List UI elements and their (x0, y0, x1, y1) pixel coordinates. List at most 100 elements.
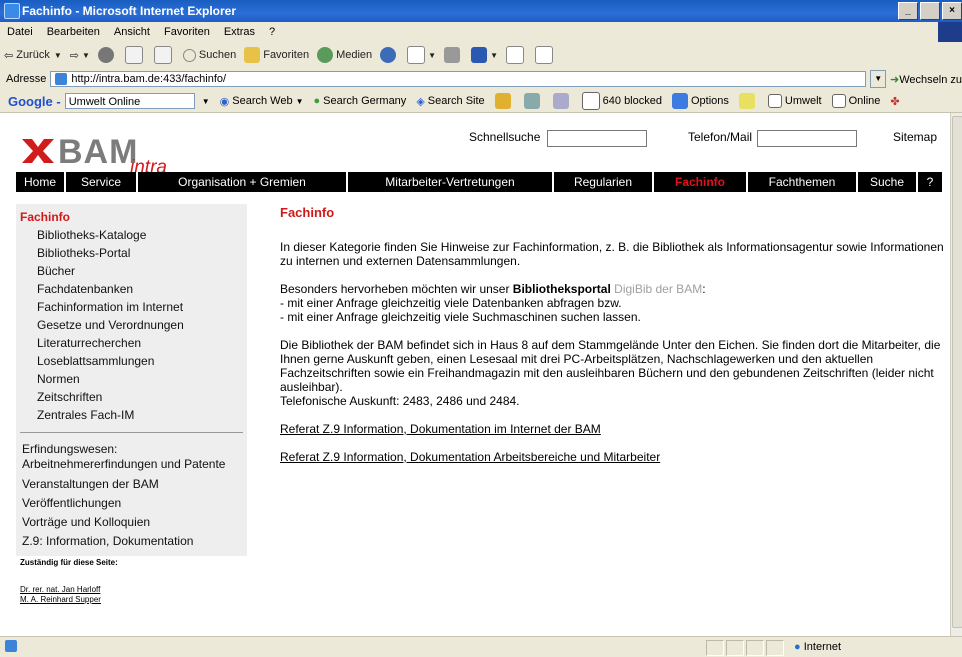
stop-button[interactable] (97, 47, 117, 63)
pagerank-icon (523, 93, 540, 109)
quicksearch-label: Schnellsuche (469, 130, 541, 144)
sidebar-item-buecher[interactable]: Bücher (16, 262, 247, 280)
home-button[interactable] (153, 46, 175, 64)
sidebar-item-loseblattsammlungen[interactable]: Loseblattsammlungen (16, 352, 247, 370)
search-button[interactable]: Suchen (182, 48, 236, 62)
online-button[interactable]: Online (831, 94, 880, 108)
print-icon (444, 47, 461, 63)
search-germany-button[interactable]: ● Search Germany (314, 95, 407, 107)
sidebar-title[interactable]: Fachinfo (16, 208, 247, 226)
minimize-button[interactable]: _ (898, 2, 918, 20)
options-icon (671, 93, 688, 109)
sidebar-item-normen[interactable]: Normen (16, 370, 247, 388)
history-button[interactable] (380, 47, 399, 63)
search-site-button[interactable]: ◈ Search Site (416, 95, 484, 108)
menu-bar: Datei Bearbeiten Ansicht Favoriten Extra… (0, 22, 962, 43)
nav-home[interactable]: Home (16, 172, 66, 192)
search-web-button[interactable]: ◉ Search Web ▼ (220, 95, 304, 108)
nav-regularien[interactable]: Regularien (554, 172, 654, 192)
google-logo[interactable]: Google - (8, 94, 61, 109)
quicksearch-input[interactable] (547, 130, 647, 147)
close-button[interactable]: × (942, 2, 962, 20)
responsible-person-link[interactable]: M. A. Reinhard Supper (20, 595, 118, 605)
sidebar-item-literaturrecherchen[interactable]: Literaturrecherchen (16, 334, 247, 352)
address-dropdown-button[interactable]: ▼ (870, 70, 886, 88)
google-search-input[interactable]: Umwelt Online (64, 93, 195, 109)
highlight-button[interactable] (738, 93, 758, 109)
sidebar-item-zentrales-fach-im[interactable]: Zentrales Fach-IM (16, 406, 247, 424)
standard-toolbar: ⇦ Zurück ▼ ⇨ ▼ Suchen Favoriten Medien ▼ … (0, 42, 962, 69)
page-title: Fachinfo (280, 205, 335, 220)
menu-datei[interactable]: Datei (7, 26, 33, 38)
sitemap-link[interactable]: Sitemap (893, 130, 937, 144)
vertical-scrollbar[interactable] (950, 113, 962, 636)
edit-button[interactable]: ▼ (471, 47, 498, 63)
referat-mitarbeiter-link[interactable]: Referat Z.9 Information, Dokumentation A… (280, 450, 945, 464)
info-icon (552, 93, 569, 109)
sidebar-item-bibliotheks-kataloge[interactable]: Bibliotheks-Kataloge (16, 226, 247, 244)
print-button[interactable] (444, 47, 463, 63)
phone-mail-label: Telefon/Mail (688, 130, 753, 144)
nav-help[interactable]: ? (918, 172, 942, 192)
nav-service[interactable]: Service (66, 172, 138, 192)
forward-arrow-icon: ⇨ (69, 49, 79, 62)
sidebar-item-z9[interactable]: Z.9: Information, Dokumentation (16, 532, 247, 550)
nav-mitarbeiter-vertretungen[interactable]: Mitarbeiter-Vertretungen (348, 172, 554, 192)
media-icon (317, 47, 334, 63)
news-button[interactable] (494, 93, 514, 109)
back-button[interactable]: ⇦ Zurück ▼ (4, 49, 62, 62)
maximize-button[interactable] (920, 2, 940, 20)
phone-mail-input[interactable] (757, 130, 857, 147)
options-button[interactable]: Options (671, 93, 729, 109)
sidebar-item-vortraege[interactable]: Vorträge und Kolloquien (16, 513, 247, 532)
menu-favoriten[interactable]: Favoriten (164, 26, 210, 38)
nav-organisation[interactable]: Organisation + Gremien (138, 172, 348, 192)
bam-logo-mark-icon (22, 139, 54, 163)
highlighter-icon (738, 93, 755, 109)
refresh-button[interactable] (124, 46, 146, 64)
info-button[interactable] (552, 93, 572, 109)
page-status-icon (5, 640, 17, 652)
digibib-link[interactable]: DigiBib der BAM (614, 282, 702, 296)
address-input[interactable]: http://intra.bam.de:433/fachinfo/ (50, 71, 867, 87)
back-arrow-icon: ⇦ (4, 49, 14, 62)
scrollbar-thumb[interactable] (952, 116, 962, 628)
menu-bearbeiten[interactable]: Bearbeiten (47, 26, 100, 38)
referat-internet-link[interactable]: Referat Z.9 Information, Dokumentation i… (280, 422, 945, 436)
sidebar-item-fachdatenbanken[interactable]: Fachdatenbanken (16, 280, 247, 298)
sidebar-item-zeitschriften[interactable]: Zeitschriften (16, 388, 247, 406)
nav-fachinfo[interactable]: Fachinfo (654, 172, 748, 192)
menu-help[interactable]: ? (269, 26, 275, 38)
translate-button[interactable]: ✤ (890, 95, 899, 108)
sidebar-item-gesetze[interactable]: Gesetze und Verordnungen (16, 316, 247, 334)
chevron-down-icon: ▼ (490, 50, 498, 60)
bullet-item: - mit einer Anfrage gleichzeitig viele S… (280, 310, 641, 324)
favorites-button[interactable]: Favoriten (244, 47, 309, 63)
media-button[interactable]: Medien (317, 47, 372, 63)
popup-blocker-icon (581, 92, 600, 110)
research-button[interactable] (535, 46, 556, 64)
google-search-dropdown[interactable]: ▼ (202, 97, 210, 106)
nav-fachthemen[interactable]: Fachthemen (748, 172, 858, 192)
nav-suche[interactable]: Suche (858, 172, 918, 192)
forward-button[interactable]: ⇨ ▼ (70, 49, 90, 62)
sidebar-item-erfindungswesen[interactable]: Erfindungswesen: Arbeitnehmererfindungen… (16, 441, 247, 475)
sidebar-item-bibliotheks-portal[interactable]: Bibliotheks-Portal (16, 244, 247, 262)
menu-ansicht[interactable]: Ansicht (114, 26, 150, 38)
responsible-person-link[interactable]: Dr. rer. nat. Jan Harloff (20, 585, 118, 595)
pagerank-button[interactable] (523, 93, 543, 109)
phone-info: Telefonische Auskunft: 2483, 2486 und 24… (280, 394, 520, 408)
main-navigation: Home Service Organisation + Gremien Mita… (16, 172, 942, 192)
mail-button[interactable]: ▼ (407, 46, 436, 64)
menu-extras[interactable]: Extras (224, 26, 255, 38)
go-button[interactable]: ➜Wechseln zu (890, 73, 962, 86)
popup-blocker-button[interactable]: 640 blocked (581, 92, 662, 110)
discuss-button[interactable] (506, 46, 527, 64)
sidebar-item-veroeffentlichungen[interactable]: Veröffentlichungen (16, 494, 247, 513)
sidebar-item-veranstaltungen[interactable]: Veranstaltungen der BAM (16, 475, 247, 494)
online-icon (831, 94, 846, 108)
umwelt-button[interactable]: Umwelt (767, 94, 822, 108)
sidebar-item-fachinformation-internet[interactable]: Fachinformation im Internet (16, 298, 247, 316)
history-icon (380, 47, 397, 63)
status-segment (766, 640, 784, 656)
